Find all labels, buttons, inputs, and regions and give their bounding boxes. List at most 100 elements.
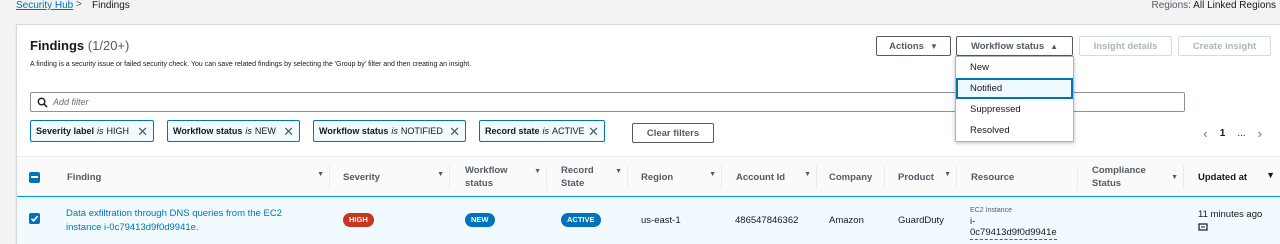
col-updated-at[interactable]: Updated at ▼ — [1184, 157, 1280, 197]
col-account-id[interactable]: Account Id ▼ — [722, 157, 817, 197]
col-severity[interactable]: Severity ▼ — [330, 157, 450, 197]
col-severity-label: Severity — [343, 171, 380, 183]
remove-filter-icon[interactable]: ✕ — [283, 124, 294, 140]
col-finding[interactable]: Finding ▼ — [57, 157, 330, 197]
sort-icon: ▼ — [944, 171, 951, 178]
search-icon — [37, 97, 48, 108]
filter-key: Workflow status — [319, 126, 389, 136]
col-product-label: Product — [898, 171, 934, 183]
menu-item-new[interactable]: New — [956, 57, 1073, 78]
select-all-checkbox[interactable] — [29, 171, 40, 183]
minus-icon — [31, 176, 38, 178]
next-page-icon[interactable]: › — [1258, 126, 1262, 141]
remove-filter-icon[interactable]: ✕ — [449, 124, 460, 140]
menu-item-notified[interactable]: Notified — [956, 78, 1073, 99]
filter-token-record-state: Record state is ACTIVE ✕ — [479, 120, 605, 142]
col-workflow-status[interactable]: Workflow status ▼ — [450, 157, 547, 197]
caret-up-icon: ▲ — [1050, 41, 1059, 51]
filter-value: NEW — [254, 126, 276, 136]
col-compliance-status[interactable]: Compliance Status ▼ — [1078, 157, 1184, 197]
workflow-status-menu: New Notified Suppressed Resolved — [955, 56, 1074, 142]
sort-icon: ▼ — [1171, 174, 1178, 181]
col-compliance-label-line1: Compliance — [1092, 165, 1146, 176]
actions-button[interactable]: Actions ▼ — [876, 36, 951, 56]
col-product[interactable]: Product ▼ — [885, 157, 957, 197]
regions-label: Regions: — [1151, 0, 1191, 11]
col-finding-label: Finding — [67, 171, 102, 183]
prev-page-icon[interactable]: ‹ — [1203, 126, 1207, 141]
filter-value: ACTIVE — [552, 126, 585, 136]
col-resource[interactable]: Resource — [957, 157, 1078, 197]
regions-value: All Linked Regions — [1193, 0, 1276, 11]
col-company[interactable]: Company — [817, 157, 885, 197]
account-id-cell: 486547846362 — [735, 215, 799, 226]
col-account-label: Account Id — [736, 171, 786, 183]
col-compliance-label: Compliance Status — [1092, 164, 1146, 190]
severity-cell: HIGH — [343, 213, 374, 227]
sort-desc-icon: ▼ — [1266, 170, 1275, 180]
create-insight-label: Create insight — [1192, 40, 1257, 52]
menu-item-resolved[interactable]: Resolved — [956, 120, 1073, 141]
sort-icon: ▼ — [534, 168, 541, 175]
findings-description: A finding is a security issue or failed … — [30, 61, 472, 68]
regions-indicator: Regions: All Linked Regions — [1151, 0, 1276, 11]
col-record-state[interactable]: Record State ▼ — [547, 157, 628, 197]
breadcrumb-separator: > — [76, 0, 82, 10]
finding-title-line1: Data exfiltration through DNS queries fr… — [66, 208, 282, 219]
findings-count: (1/20+) — [87, 38, 130, 53]
workflow-cell: NEW — [465, 213, 495, 227]
filter-key: Record state — [485, 126, 540, 136]
filter-token-workflow-notified: Workflow status is NOTIFIED ✕ — [313, 120, 466, 142]
page-title: Findings (1/20+) — [30, 38, 129, 53]
severity-badge: HIGH — [343, 213, 374, 227]
remove-filter-icon[interactable]: ✕ — [588, 124, 599, 140]
sort-icon: ▼ — [615, 168, 622, 175]
breadcrumb-security-hub[interactable]: Security Hub — [16, 0, 73, 11]
filter-operator: is — [97, 126, 104, 136]
page-number[interactable]: 1 — [1220, 128, 1226, 139]
resource-cell: EC2 Instance i- 0c79413d9f0d9941e — [970, 205, 1057, 240]
row-checkbox[interactable] — [29, 213, 40, 224]
top-bar: Security Hub > Findings Regions: All Lin… — [0, 0, 1280, 18]
comment-icon[interactable] — [1198, 223, 1208, 232]
insight-details-label: Insight details — [1093, 40, 1158, 52]
sort-icon: ▼ — [437, 171, 444, 178]
product-cell: GuardDuty — [898, 215, 944, 226]
filter-operator: is — [542, 126, 550, 136]
filter-token-severity: Severity label is HIGH ✕ — [30, 120, 154, 142]
clear-filters-button[interactable]: Clear filters — [632, 123, 714, 143]
resource-id[interactable]: 0c79413d9f0d9941e — [970, 227, 1057, 240]
menu-item-suppressed[interactable]: Suppressed — [956, 99, 1073, 120]
filter-value: HIGH — [106, 126, 130, 136]
insight-details-button[interactable]: Insight details — [1079, 36, 1172, 56]
workflow-status-label: Workflow status — [970, 40, 1045, 52]
col-region[interactable]: Region ▼ — [628, 157, 722, 197]
col-workflow-label-line1: Workflow — [465, 165, 508, 176]
table-row[interactable]: Data exfiltration through DNS queries fr… — [17, 196, 1280, 244]
sort-icon: ▼ — [804, 171, 811, 178]
breadcrumb-findings: Findings — [92, 0, 130, 11]
company-cell: Amazon — [829, 215, 864, 226]
pagination: ‹ 1 ... › — [1203, 126, 1262, 141]
filter-key: Severity label — [36, 126, 95, 136]
col-workflow-label-line2: status — [465, 178, 493, 189]
workflow-status-button[interactable]: Workflow status ▲ — [956, 36, 1073, 56]
select-all-cell — [29, 157, 57, 197]
col-compliance-label-line2: Status — [1092, 178, 1122, 189]
record-state-cell: ACTIVE — [561, 213, 601, 227]
filter-operator: is — [391, 126, 398, 136]
filter-operator: is — [245, 126, 252, 136]
col-updated-label: Updated at — [1198, 171, 1248, 183]
clear-filters-label: Clear filters — [646, 127, 700, 139]
create-insight-button[interactable]: Create insight — [1178, 36, 1271, 56]
caret-down-icon: ▼ — [929, 41, 938, 51]
findings-title: Findings — [30, 38, 85, 53]
updated-at-value: 11 minutes ago — [1198, 209, 1263, 220]
resource-id-prefix: i- — [970, 216, 976, 227]
col-region-label: Region — [641, 171, 674, 183]
finding-title-line2: instance i-0c79413d9f0d9941e. — [66, 222, 199, 233]
remove-filter-icon[interactable]: ✕ — [137, 124, 148, 140]
finding-title-link[interactable]: Data exfiltration through DNS queries fr… — [66, 207, 326, 235]
filter-key: Workflow status — [173, 126, 243, 136]
workflow-status-badge: NEW — [465, 213, 495, 227]
